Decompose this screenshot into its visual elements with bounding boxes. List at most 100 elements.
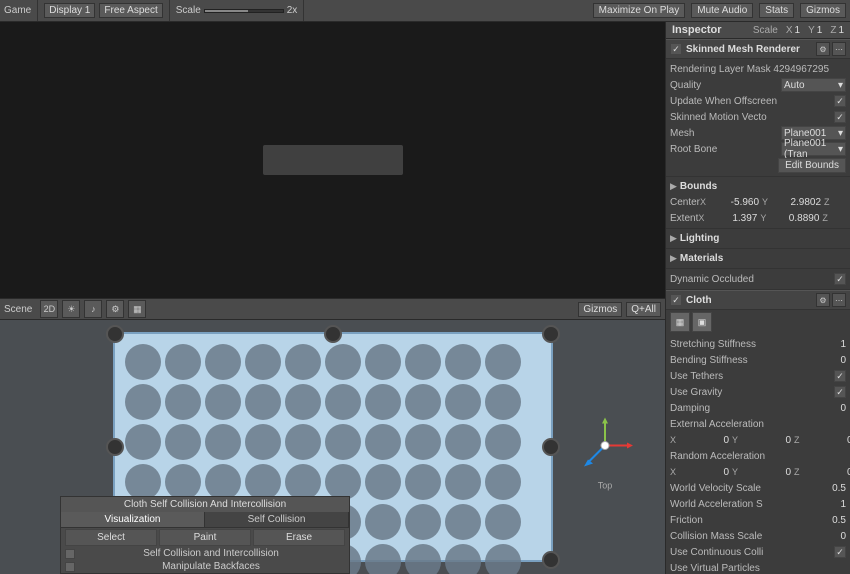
world-accel-value: 1	[796, 499, 846, 510]
center-row: Center X -5.960 Y 2.9802 Z 3.5527	[670, 194, 846, 210]
audio-scene-btn[interactable]: ♪	[84, 300, 102, 318]
left-panel: Scene 2D ☀ ♪ ⚙ ▦ Gizmos Q+All	[0, 22, 665, 574]
edge-handle-left[interactable]	[106, 438, 124, 456]
2d-btn[interactable]: 2D	[40, 300, 58, 318]
cloth-toggle[interactable]	[670, 294, 682, 306]
dynamic-occluded-section: Dynamic Occluded	[666, 269, 850, 290]
paint-btn[interactable]: Paint	[159, 529, 251, 546]
display-dropdown[interactable]: Display 1	[44, 3, 95, 18]
rand-accel-label-row: Random Acceleration	[670, 448, 846, 464]
cloth-dot	[285, 344, 321, 380]
skinned-mesh-settings-icon[interactable]: ⚙	[816, 42, 830, 56]
damping-row: Damping 0	[670, 400, 846, 416]
gizmos-btn[interactable]: Gizmos	[800, 3, 846, 18]
scale-x-label: X	[786, 25, 793, 36]
self-collision-checkbox[interactable]	[65, 549, 75, 559]
scene-label: Scene	[4, 304, 32, 315]
cloth-icon-2[interactable]: ▣	[692, 312, 712, 332]
rand-accel-label: Random Acceleration	[670, 451, 846, 462]
edge-handle-top[interactable]	[324, 325, 342, 343]
use-virtual-label: Use Virtual Particles	[670, 563, 846, 574]
center-y-label: Y	[762, 197, 768, 207]
display-section: Display 1 Free Aspect	[44, 0, 170, 21]
ext-accel-label: External Acceleration	[670, 419, 846, 430]
skinned-mesh-title: Skinned Mesh Renderer	[686, 44, 816, 55]
ext-z: 0	[803, 435, 850, 446]
gizmos-scene-btn[interactable]: Gizmos	[578, 302, 622, 317]
cloth-dot	[285, 424, 321, 460]
skinned-motion-checkbox[interactable]	[834, 111, 846, 123]
scale-slider-track[interactable]	[204, 9, 284, 13]
bounds-header[interactable]: ▶ Bounds	[670, 179, 846, 194]
center-label: Center	[670, 197, 700, 208]
edit-bounds-btn[interactable]: Edit Bounds	[778, 158, 846, 173]
extent-y-label: Y	[760, 213, 766, 223]
materials-header[interactable]: ▶ Materials	[670, 251, 846, 266]
bottom-panel-title: Cloth Self Collision And Intercollision	[61, 497, 349, 512]
cloth-dot	[245, 344, 281, 380]
stretching-row: Stretching Stiffness 1	[670, 336, 846, 352]
stats-btn[interactable]: Stats	[759, 3, 794, 18]
root-bone-label: Root Bone	[670, 144, 781, 155]
use-tethers-checkbox[interactable]	[834, 370, 846, 382]
edge-handle-right[interactable]	[542, 438, 560, 456]
cloth-icon-1[interactable]: ▦	[670, 312, 690, 332]
collision-mass-label: Collision Mass Scale	[670, 531, 796, 542]
tab-visualization[interactable]: Visualization	[61, 512, 205, 527]
main-layout: Scene 2D ☀ ♪ ⚙ ▦ Gizmos Q+All	[0, 22, 850, 574]
rand-z: 0	[803, 467, 850, 478]
move-gizmo[interactable]: Top	[575, 416, 635, 479]
cloth-dot	[485, 544, 521, 574]
corner-handle-br[interactable]	[542, 551, 560, 569]
skinned-mesh-toggle[interactable]	[670, 43, 682, 55]
erase-btn[interactable]: Erase	[253, 529, 345, 546]
scale-z-value: 1	[838, 25, 844, 36]
dynamic-occluded-row: Dynamic Occluded	[670, 271, 846, 287]
dynamic-occluded-checkbox[interactable]	[834, 273, 846, 285]
corner-handle-tr[interactable]	[542, 325, 560, 343]
cloth-dot	[445, 344, 481, 380]
world-velocity-row: World Velocity Scale 0.5	[670, 480, 846, 496]
cloth-dot	[245, 464, 281, 500]
use-continuous-checkbox[interactable]	[834, 546, 846, 558]
tab-self-collision[interactable]: Self Collision	[205, 512, 349, 527]
scale-y-label: Y	[808, 25, 815, 36]
aspect-dropdown[interactable]: Free Aspect	[99, 3, 162, 18]
cloth-icons: ⚙ ⋯	[816, 293, 846, 307]
friction-value: 0.5	[796, 515, 846, 526]
select-btn[interactable]: Select	[65, 529, 157, 546]
scene-content[interactable]: Top Cloth Self Collision And Intercollis…	[0, 320, 665, 574]
scale-z-label: Z	[830, 25, 836, 36]
scale-x-value: 1	[795, 25, 801, 36]
cloth-dot	[485, 344, 521, 380]
cloth-dot	[365, 344, 401, 380]
cloth-dots-icon[interactable]: ⋯	[832, 293, 846, 307]
effects-btn[interactable]: ⚙	[106, 300, 124, 318]
layers-btn[interactable]: Q+All	[626, 302, 661, 317]
extent-z-val: 2.1195	[831, 213, 850, 224]
center-x-val: -5.960	[709, 197, 759, 208]
lighting-title: Lighting	[680, 233, 719, 244]
camera-btn[interactable]: ▦	[128, 300, 146, 318]
corner-handle-tl[interactable]	[106, 325, 124, 343]
root-bone-dropdown[interactable]: Plane001 (Tran ▾	[781, 142, 846, 156]
cloth-settings-icon[interactable]: ⚙	[816, 293, 830, 307]
sun-icon-btn[interactable]: ☀	[62, 300, 80, 318]
mute-audio-btn[interactable]: Mute Audio	[691, 3, 753, 18]
skinned-mesh-dots-icon[interactable]: ⋯	[832, 42, 846, 56]
lighting-header[interactable]: ▶ Lighting	[670, 231, 846, 246]
manipulate-checkbox[interactable]	[65, 562, 75, 572]
mesh-label: Mesh	[670, 128, 781, 139]
materials-section: ▶ Materials	[666, 249, 850, 269]
use-gravity-checkbox[interactable]	[834, 386, 846, 398]
lighting-section: ▶ Lighting	[666, 229, 850, 249]
cloth-dot	[205, 384, 241, 420]
update-offscreen-checkbox[interactable]	[834, 95, 846, 107]
cloth-dot	[165, 384, 201, 420]
skinned-motion-label: Skinned Motion Vecto	[670, 112, 834, 123]
cloth-dot	[405, 504, 441, 540]
maximize-on-play-btn[interactable]: Maximize On Play	[593, 3, 686, 18]
cloth-dot	[365, 544, 401, 574]
cloth-dot	[125, 384, 161, 420]
quality-dropdown[interactable]: Auto ▾	[781, 78, 846, 92]
